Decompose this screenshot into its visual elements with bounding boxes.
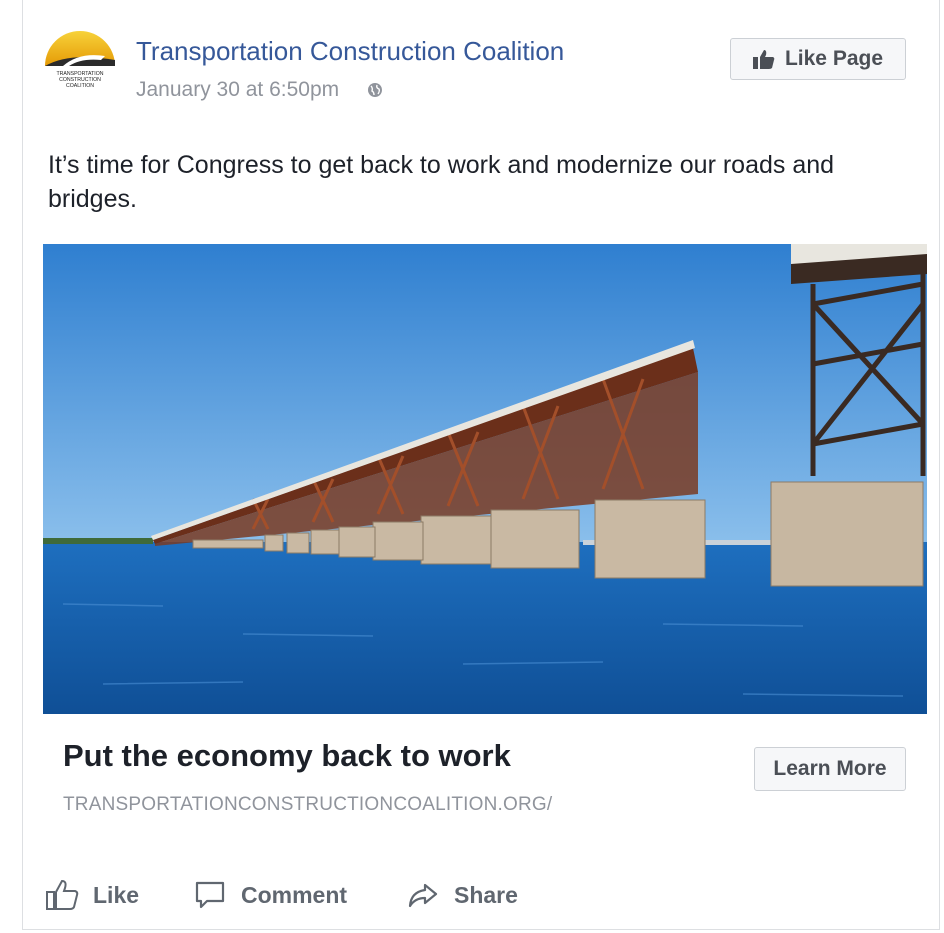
share-button[interactable]: Share xyxy=(406,870,518,920)
share-label: Share xyxy=(454,881,518,908)
link-url[interactable]: TRANSPORTATIONCONSTRUCTIONCOALITION.ORG/ xyxy=(63,794,552,816)
globe-icon[interactable] xyxy=(367,82,383,98)
post-meta: January 30 at 6:50pm xyxy=(136,78,383,102)
comment-icon xyxy=(195,881,225,909)
thumbs-up-outline-icon xyxy=(46,879,79,910)
comment-label: Comment xyxy=(241,881,348,908)
like-page-button[interactable]: Like Page xyxy=(730,38,906,80)
like-label: Like xyxy=(93,881,140,908)
post-header: TRANSPORTATION CONSTRUCTION COALITION Tr… xyxy=(23,0,939,120)
page-name-link[interactable]: Transportation Construction Coalition xyxy=(136,36,564,67)
post-actions: Like Comment Share xyxy=(23,870,939,920)
comment-button[interactable]: Comment xyxy=(193,870,347,920)
share-icon xyxy=(408,883,438,908)
thumbs-up-icon xyxy=(752,50,775,69)
post-image[interactable] xyxy=(43,244,927,714)
like-page-label: Like Page xyxy=(784,47,884,70)
link-title[interactable]: Put the economy back to work xyxy=(63,738,511,774)
learn-more-button[interactable]: Learn More xyxy=(754,747,906,791)
page-avatar[interactable]: TRANSPORTATION CONSTRUCTION COALITION xyxy=(39,22,121,104)
post-timestamp[interactable]: January 30 at 6:50pm xyxy=(136,78,339,101)
like-button[interactable]: Like xyxy=(45,870,139,920)
post-card: TRANSPORTATION CONSTRUCTION COALITION Tr… xyxy=(22,0,940,930)
post-text: It’s time for Congress to get back to wo… xyxy=(48,151,835,213)
svg-text:COALITION: COALITION xyxy=(66,83,94,89)
